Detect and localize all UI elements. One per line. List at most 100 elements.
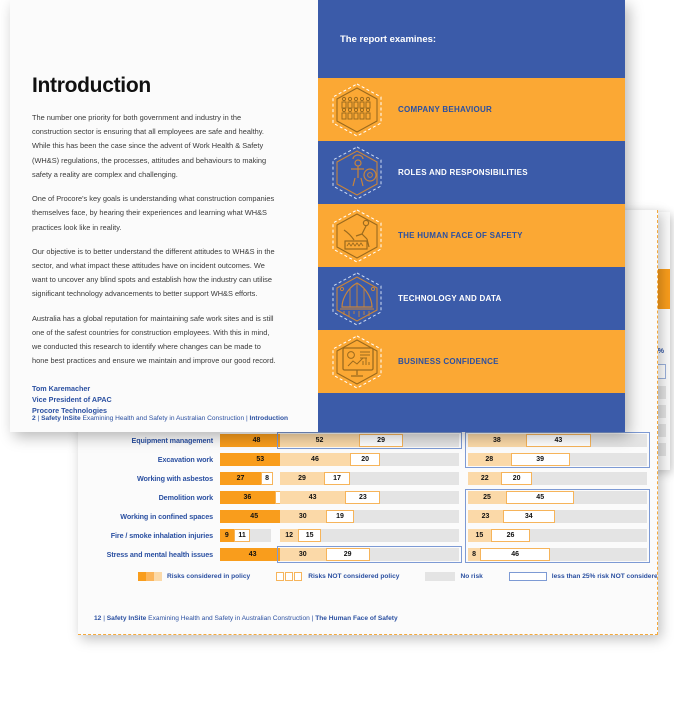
chart-legend: Risks considered in policy Risks NOT cons… (138, 572, 657, 581)
chart-segment-considered: 46 (280, 453, 350, 466)
chart-category-label: Fire / smoke inhalation injuries (110, 531, 213, 540)
signature-role: Vice President of APAC (32, 394, 112, 404)
legend-label: Risks NOT considered policy (308, 573, 400, 580)
chart-bar-row: Demolition work 3619 (92, 491, 304, 504)
chart-bar-row: Working in confined spaces 4514 (92, 510, 310, 523)
chart-bar-track: 15 26 (468, 529, 647, 542)
panel-row-roles-and-responsibilities[interactable]: ROLES AND RESPONSIBILITIES (318, 141, 625, 204)
chart-bar-track: 3619 (220, 491, 304, 504)
people-group-icon (326, 82, 388, 138)
chart-segment-not-considered: 23 (345, 491, 381, 504)
chart-segment-not-considered: 46 (480, 548, 551, 561)
panel-bottom-band (318, 393, 625, 429)
chart-bar-row: Fire / smoke inhalation injuries 9 11 (92, 529, 271, 542)
chart-bar-row: 52 29 (280, 434, 459, 447)
footer-subtitle: Examining Health and Safety in Australia… (148, 615, 310, 622)
chart-bar-row: 30 19 (280, 510, 459, 523)
footer-separator: | (103, 615, 105, 622)
chart-segment-not-considered: 45 (506, 491, 575, 504)
document-mockup-stage: % 43 Equipment management 4823 Excavation … (0, 0, 674, 712)
chart-segment-considered: 28 (468, 453, 511, 466)
chart-bar-track: 5314 (220, 453, 322, 466)
legend-label: No risk (460, 573, 483, 580)
footer-separator: | (311, 615, 314, 622)
footer-separator: | (37, 415, 40, 422)
legend-swatch-blueline (508, 572, 547, 581)
intro-paragraph: Our objective is to better understand th… (32, 246, 275, 299)
chart-segment-not-considered: 34 (502, 510, 555, 523)
panel-heading: The report examines: (340, 33, 437, 45)
chart-bar-row: 8 46 (468, 548, 647, 561)
footer-subtitle: Examining Health and Safety in Australia… (82, 415, 245, 422)
legend-swatch-grey (425, 572, 456, 581)
worker-gear-icon (326, 145, 388, 201)
legend-label: less than 25% risk NOT considered policy (551, 573, 658, 580)
chart-bar-row: 28 39 (468, 453, 647, 466)
intro-paragraph: The number one priority for both governm… (32, 113, 267, 179)
chart-segment-considered: 23 (468, 510, 503, 523)
chart-category-label: Demolition work (158, 493, 214, 502)
chart-segment-not-considered: 20 (349, 453, 381, 466)
report-examines-panel: The report examines: COMPANY BEHAVIOUR R… (318, 0, 625, 432)
page-title: Introduction (32, 74, 151, 97)
chart-segment-not-considered: 17 (324, 472, 350, 485)
chart-segment-considered: 15 (468, 529, 491, 542)
back-page-percent-mark: % (657, 348, 664, 355)
chart-segment-considered: 8 (468, 548, 481, 561)
chart-bar-track: 12 15 (280, 529, 459, 542)
chart-bar-track: 4320 (220, 548, 316, 561)
intro-paragraph: Australia has a global reputation for ma… (32, 313, 276, 366)
chart-bar-track: 4514 (220, 510, 310, 523)
chart-column-3: 38 43 28 39 22 20 25 45 23 34 15 26 8 46 (465, 432, 650, 567)
chart-bar-row: 30 29 (280, 548, 459, 561)
chart-bar-row: Working with asbestos 27 8 (92, 472, 274, 485)
chart-bar-row: 46 20 (280, 453, 459, 466)
chart-segment-considered: 22 (468, 472, 502, 485)
signature-name: Tom Karemacher (32, 383, 91, 393)
panel-row-label: ROLES AND RESPONSIBILITIES (398, 168, 528, 177)
chart-segment-considered: 43 (220, 548, 286, 561)
intro-page-sheet: Introduction The number one priority for… (10, 0, 625, 432)
chart-bar-track: 52 29 (280, 434, 459, 447)
panel-row-company-behaviour[interactable]: COMPANY BEHAVIOUR (318, 78, 625, 141)
chart-category-label: Stress and mental health issues (106, 550, 213, 559)
chart-bar-row: 22 20 (468, 472, 647, 485)
chart-segment-considered: 27 (220, 472, 262, 485)
chart-segment-considered: 36 (220, 491, 275, 504)
chart-category-label: Working with asbestos (136, 474, 213, 483)
chart-bar-track: 43 23 (280, 491, 459, 504)
chart-segment-considered: 12 (280, 529, 299, 542)
intro-paragraph: One of Procore's key goals is understand… (32, 194, 275, 232)
intro-text-column: Introduction The number one priority for… (10, 0, 318, 432)
chart-segment-considered: 52 (280, 434, 360, 447)
chart-bar-track: 30 29 (280, 548, 459, 561)
chart-segment-not-considered: 29 (325, 548, 370, 561)
chart-page-footer: 12 | Safety InSite Examining Health and … (94, 615, 398, 622)
chart-bar-track: 23 34 (468, 510, 647, 523)
signature-block: Tom Karemacher Vice President of APAC Pr… (32, 383, 276, 416)
chart-bar-row: 38 43 (468, 434, 647, 447)
panel-row-technology-and-data[interactable]: TECHNOLOGY AND DATA (318, 267, 625, 330)
panel-row-label: BUSINESS CONFIDENCE (398, 357, 499, 366)
chart-bar-row: 12 15 (280, 529, 459, 542)
intro-body: The number one priority for both governm… (32, 111, 276, 369)
chart-column-1: Equipment management 4823 Excavation work 5… (92, 434, 328, 567)
legend-item: Risks considered in policy (138, 572, 250, 581)
panel-row-business-confidence[interactable]: BUSINESS CONFIDENCE (318, 330, 625, 393)
chart-bar-row: Excavation work 5314 (92, 453, 322, 466)
chart-segment-not-considered: 29 (359, 434, 404, 447)
chart-bar-row: 23 34 (468, 510, 647, 523)
chart-bar-row: 25 45 (468, 491, 647, 504)
chart-segment-not-considered: 43 (525, 434, 592, 447)
chart-bar-track: 46 20 (280, 453, 459, 466)
chart-bar-track: 29 17 (280, 472, 459, 485)
panel-row-label: COMPANY BEHAVIOUR (398, 105, 493, 114)
chart-segment-not-considered: 26 (490, 529, 531, 542)
panel-row-the-human-face-of-safety[interactable]: THE HUMAN FACE OF SAFETY (318, 204, 625, 267)
footer-brand: Safety InSite (41, 415, 81, 422)
chart-segment-considered: 25 (468, 491, 506, 504)
dashboard-monitor-icon (326, 334, 388, 390)
chart-category-label: Working in confined spaces (120, 512, 213, 521)
chart-bar-track: 27 8 (220, 472, 274, 485)
chart-bar-track: 28 39 (468, 453, 647, 466)
